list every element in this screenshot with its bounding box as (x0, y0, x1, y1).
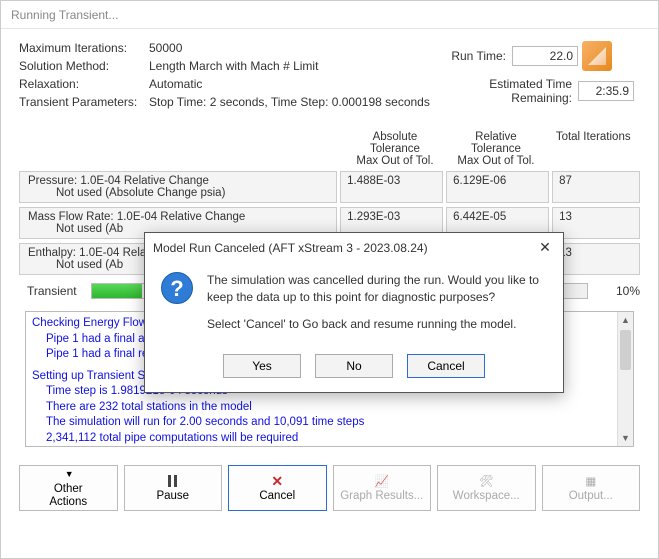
dialog-yes-button[interactable]: Yes (223, 354, 301, 378)
model-run-canceled-dialog: Model Run Canceled (AFT xStream 3 - 2023… (144, 232, 564, 393)
dialog-text: The simulation was cancelled during the … (207, 272, 547, 342)
dialog-close-button[interactable]: ✕ (535, 239, 555, 256)
dialog-cancel-button[interactable]: Cancel (407, 354, 485, 378)
dialog-no-button[interactable]: No (315, 354, 393, 378)
dialog-title: Model Run Canceled (AFT xStream 3 - 2023… (153, 241, 535, 255)
question-icon: ? (161, 272, 193, 304)
